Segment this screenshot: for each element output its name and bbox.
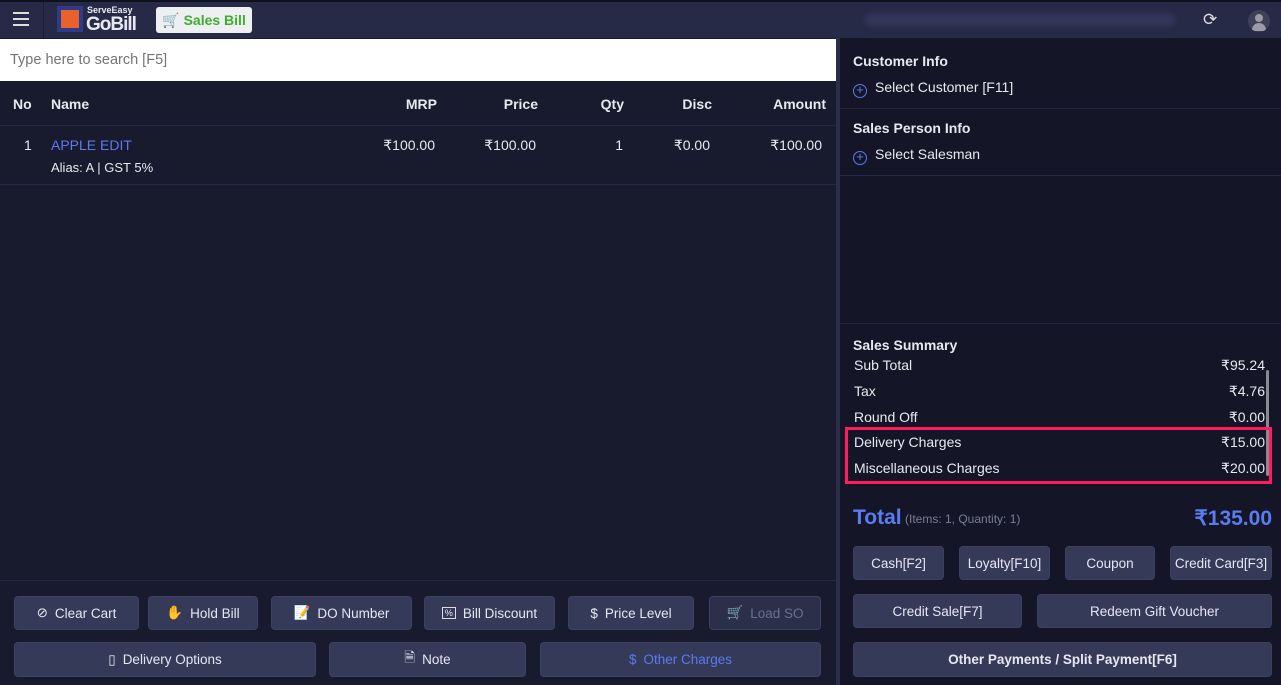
col-amount: Amount bbox=[773, 96, 826, 112]
sales-bill-button[interactable]: 🛒 Sales Bill bbox=[156, 7, 252, 33]
highlight-box bbox=[845, 427, 1272, 484]
item-name-link[interactable]: APPLE EDIT bbox=[51, 137, 132, 153]
ban-icon: ⊘ bbox=[36, 605, 48, 620]
cash-button[interactable]: Cash[F2] bbox=[853, 546, 944, 580]
row-amount: ₹100.00 bbox=[770, 137, 822, 153]
summary-row-round-off: Round Off ₹0.00 bbox=[854, 409, 1265, 425]
delivery-icon: ▯ bbox=[108, 651, 116, 667]
price-level-button[interactable]: $ Price Level bbox=[568, 596, 694, 630]
credit-card-button[interactable]: Credit Card[F3] bbox=[1170, 546, 1272, 580]
other-payments-button[interactable]: Other Payments / Split Payment[F6] bbox=[853, 642, 1272, 677]
total-meta: (Items: 1, Quantity: 1) bbox=[905, 512, 1021, 526]
row-qty[interactable]: 1 bbox=[523, 137, 623, 153]
coupon-button[interactable]: Coupon bbox=[1065, 546, 1155, 580]
clear-cart-button[interactable]: ⊘ Clear Cart bbox=[14, 596, 139, 630]
row-price: ₹100.00 bbox=[484, 137, 536, 153]
total-value: ₹135.00 bbox=[1194, 507, 1272, 530]
plus-circle-icon: + bbox=[853, 83, 867, 98]
select-salesman-button[interactable]: + Select Salesman bbox=[853, 146, 980, 165]
cart-icon: 🛒 bbox=[726, 605, 744, 620]
sales-person-title: Sales Person Info bbox=[853, 120, 971, 136]
dollar-circle-icon: $ bbox=[628, 652, 637, 667]
item-alias: Alias: A | GST 5% bbox=[51, 160, 154, 175]
summary-row-subtotal: Sub Total ₹95.24 bbox=[854, 358, 1265, 373]
search-input[interactable] bbox=[0, 39, 836, 81]
note-icon: 🗎 bbox=[404, 650, 416, 665]
brand-name: GoBill bbox=[86, 14, 137, 35]
table-row[interactable] bbox=[0, 126, 836, 185]
loyalty-button[interactable]: Loyalty[F10] bbox=[959, 546, 1050, 580]
bill-discount-button[interactable]: % Bill Discount bbox=[424, 596, 555, 630]
user-avatar-icon[interactable] bbox=[1248, 10, 1270, 32]
do-number-button[interactable]: 📝 DO Number bbox=[271, 596, 412, 630]
refresh-icon[interactable]: ⟳ bbox=[1203, 10, 1217, 30]
dollar-circle-icon: $ bbox=[590, 605, 598, 621]
hold-bill-button[interactable]: ✋ Hold Bill bbox=[148, 596, 258, 630]
row-disc: ₹0.00 bbox=[673, 137, 710, 153]
percent-icon: % bbox=[441, 607, 456, 619]
col-price: Price bbox=[503, 96, 538, 112]
col-disc: Disc bbox=[682, 96, 712, 112]
brand-logo bbox=[57, 6, 83, 32]
delivery-options-button[interactable]: ▯ Delivery Options bbox=[14, 642, 316, 677]
hand-icon: ✋ bbox=[166, 605, 184, 620]
select-customer-button[interactable]: + Select Customer [F11] bbox=[853, 79, 1013, 98]
load-so-button: 🛒 Load SO bbox=[709, 596, 821, 630]
col-mrp: MRP bbox=[405, 96, 437, 112]
other-charges-button[interactable]: $ Other Charges bbox=[540, 642, 821, 677]
customer-info-title: Customer Info bbox=[853, 53, 948, 69]
note-button[interactable]: 🗎 Note bbox=[329, 642, 526, 677]
blurred-info bbox=[865, 14, 1175, 26]
summary-row-tax: Tax ₹4.76 bbox=[854, 383, 1265, 399]
redeem-gift-voucher-button[interactable]: Redeem Gift Voucher bbox=[1037, 594, 1272, 628]
top-bar: ServeEasy GoBill 🛒 Sales Bill ⟳ bbox=[0, 0, 1281, 38]
menu-icon[interactable] bbox=[13, 12, 29, 26]
col-qty: Qty bbox=[600, 96, 624, 112]
sales-summary-title: Sales Summary bbox=[853, 337, 958, 353]
document-edit-icon: 📝 bbox=[293, 605, 311, 620]
plus-circle-icon: + bbox=[853, 150, 867, 165]
col-name: Name bbox=[51, 96, 90, 112]
row-mrp: ₹100.00 bbox=[383, 137, 435, 153]
row-no: 1 bbox=[24, 137, 32, 153]
total-label: Total bbox=[853, 506, 902, 529]
credit-sale-button[interactable]: Credit Sale[F7] bbox=[853, 594, 1022, 628]
col-no: No bbox=[13, 96, 32, 112]
cart-icon: 🛒 bbox=[162, 11, 180, 28]
